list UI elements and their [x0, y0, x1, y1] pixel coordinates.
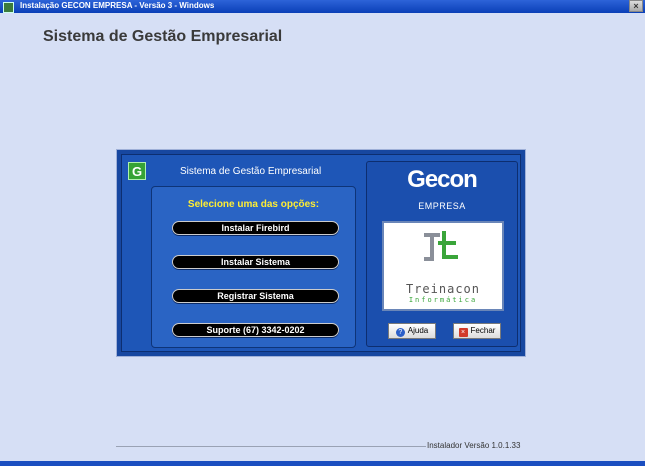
install-system-button[interactable]: Instalar Sistema: [172, 255, 339, 269]
brand-title: Gecon: [407, 166, 478, 193]
taskbar-strip: [0, 461, 645, 466]
help-button[interactable]: ? Ajuda: [388, 323, 436, 339]
company-name: Treinacon: [405, 282, 481, 296]
close-label: Fechar: [470, 326, 496, 335]
version-label: Instalador Versão 1.0.1.33: [427, 441, 521, 450]
close-button[interactable]: × Fechar: [453, 323, 501, 339]
company-subtitle: Informática: [408, 296, 478, 304]
window-close-button[interactable]: ×: [629, 0, 643, 12]
options-title: Selecione uma das opções:: [187, 199, 320, 210]
brand-box: Gecon EMPRESA Treinacon Informática ? Aju…: [366, 161, 518, 347]
app-icon: [3, 2, 14, 13]
help-icon: ?: [395, 328, 405, 337]
g-logo-icon: G: [128, 162, 146, 180]
panel-inner: G Sistema de Gestão Empresarial Selecion…: [121, 154, 521, 352]
panel-title: Sistema de Gestão Empresarial: [180, 166, 322, 177]
window-title: Instalação GECON EMPRESA - Versão 3 - Wi…: [20, 1, 215, 10]
title-bar: Instalação GECON EMPRESA - Versão 3 - Wi…: [0, 0, 645, 13]
install-firebird-button[interactable]: Instalar Firebird: [172, 221, 339, 235]
main-panel: G Sistema de Gestão Empresarial Selecion…: [116, 149, 526, 357]
options-box: Selecione uma das opções: Instalar Fireb…: [151, 186, 356, 348]
help-label: Ajuda: [407, 326, 429, 335]
support-button[interactable]: Suporte (67) 3342-0202: [172, 323, 339, 337]
close-icon: ×: [458, 328, 468, 337]
page-title: Sistema de Gestão Empresarial: [43, 28, 283, 45]
footer-divider: [116, 446, 426, 447]
register-system-button[interactable]: Registrar Sistema: [172, 289, 339, 303]
brand-subtitle: EMPRESA: [418, 201, 466, 211]
company-logo: Treinacon Informática: [382, 221, 504, 311]
